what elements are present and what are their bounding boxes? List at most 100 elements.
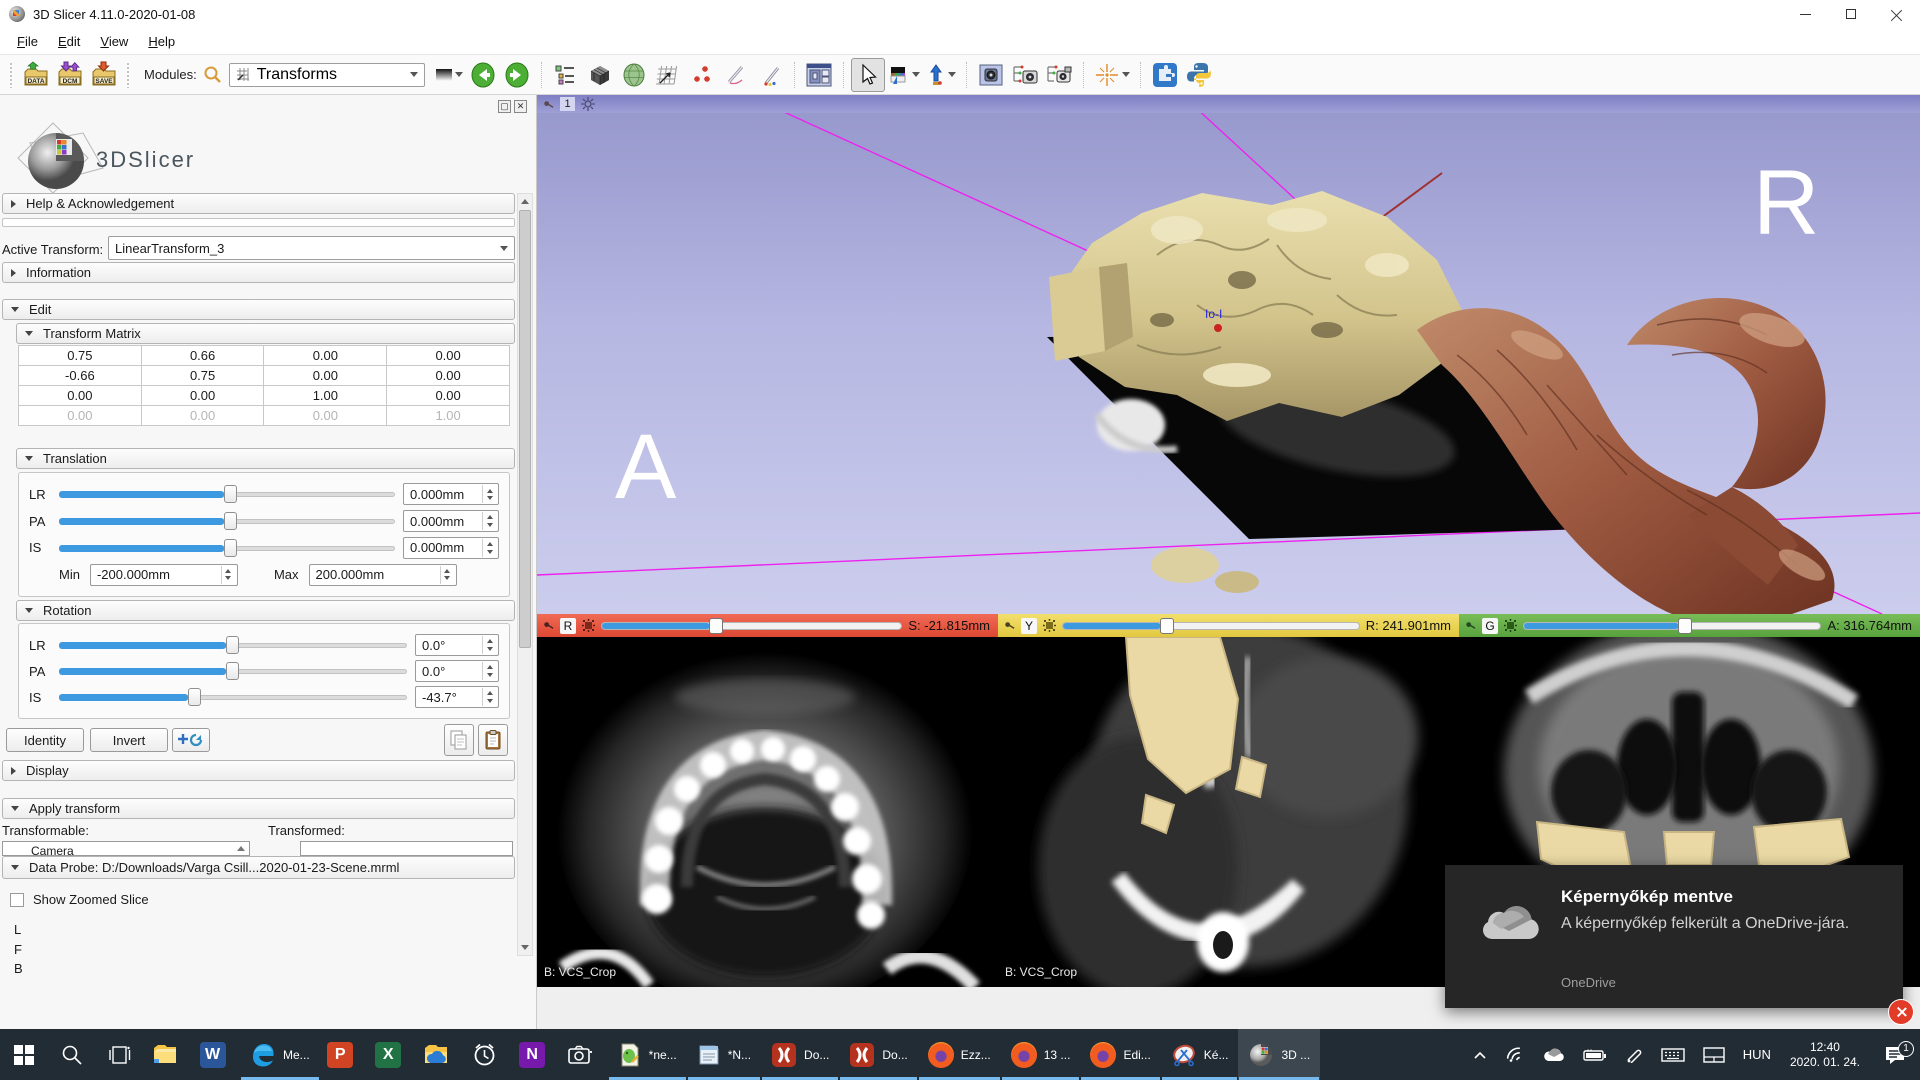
transform-matrix-table[interactable]: 0.750.660.000.00 -0.660.750.000.00 0.000…	[18, 345, 510, 426]
taskbar-app-firefox[interactable]: Ezz...	[918, 1029, 1001, 1080]
module-hierarchy-button[interactable]	[549, 58, 583, 92]
rotation-pa-slider[interactable]	[59, 662, 407, 680]
panel-scrollbar[interactable]	[517, 193, 533, 956]
scene-view-restore-button[interactable]	[1042, 58, 1076, 92]
rotation-is-slider[interactable]	[59, 688, 407, 706]
start-button[interactable]	[0, 1029, 48, 1080]
translation-pa-value[interactable]: 0.000mm	[403, 510, 499, 532]
tray-clock[interactable]: 12:40 2020. 01. 24.	[1780, 1040, 1870, 1070]
extensions-manager-button[interactable]	[1148, 58, 1182, 92]
taskbar-app-onenote[interactable]: N	[512, 1029, 560, 1080]
red-slice-bar[interactable]: R S: -21.815mm	[537, 614, 998, 637]
transform-matrix-section[interactable]: Transform Matrix	[16, 323, 515, 344]
spinner-arrows[interactable]	[482, 485, 496, 503]
screenshot-button[interactable]	[974, 58, 1008, 92]
undock-panel-icon[interactable]: ▢	[498, 100, 511, 113]
save-button[interactable]: SAVE	[87, 58, 121, 92]
tray-wifi[interactable]	[1496, 1047, 1534, 1063]
identity-button[interactable]: Identity	[6, 728, 84, 752]
translation-min-value[interactable]: -200.000mm	[90, 564, 238, 586]
tray-touch-keyboard[interactable]	[1652, 1047, 1694, 1063]
annotations-marker-button[interactable]	[753, 58, 787, 92]
crosshair-dropdown[interactable]	[1094, 62, 1130, 88]
translation-lr-value[interactable]: 0.000mm	[403, 483, 499, 505]
taskbar-app-excel[interactable]: X	[368, 1029, 416, 1080]
yellow-slice-bar[interactable]: Y R: 241.901mm	[998, 614, 1459, 637]
rotation-lr-value[interactable]: 0.0°	[415, 634, 499, 656]
spinner-arrows[interactable]	[482, 688, 496, 706]
taskbar-app-slicer[interactable]: 3D ...	[1238, 1029, 1320, 1080]
spinner-arrows[interactable]	[440, 566, 454, 584]
rotation-pa-value[interactable]: 0.0°	[415, 660, 499, 682]
maximize-button[interactable]	[1828, 0, 1874, 28]
toolbar-grip[interactable]	[126, 62, 131, 88]
markups-module-button[interactable]	[685, 58, 719, 92]
taskbar-app-edge[interactable]: Me...	[240, 1029, 320, 1080]
slice-offset-slider[interactable]	[1062, 618, 1360, 634]
pin-icon[interactable]	[543, 620, 554, 631]
annotations-ruler-button[interactable]	[719, 58, 753, 92]
tray-pen[interactable]	[1616, 1047, 1652, 1063]
menu-view[interactable]: View	[91, 30, 137, 53]
taskbar-app-acrobat[interactable]: Do...	[839, 1029, 917, 1080]
taskbar-app-acrobat[interactable]: Do...	[761, 1029, 839, 1080]
module-selector[interactable]: Transforms	[229, 63, 425, 87]
transformable-list[interactable]: Camera	[2, 841, 250, 856]
taskbar-app-file-explorer[interactable]	[144, 1029, 192, 1080]
taskbar-app-firefox[interactable]: 13 ...	[1001, 1029, 1081, 1080]
tray-battery[interactable]	[1574, 1048, 1616, 1062]
taskbar-app-notepad[interactable]: *N...	[687, 1029, 761, 1080]
module-history-dropdown[interactable]	[435, 68, 463, 82]
spinner-arrows[interactable]	[221, 566, 235, 584]
taskbar-app-firefox[interactable]: Edi...	[1080, 1029, 1160, 1080]
history-back-button[interactable]	[466, 58, 500, 92]
help-acknowledgement-section[interactable]: Help & Acknowledgement	[2, 193, 515, 214]
pin-icon[interactable]	[1004, 620, 1015, 631]
translation-is-slider[interactable]	[59, 539, 395, 557]
translation-section[interactable]: Translation	[16, 448, 515, 469]
slice-visibility-icon[interactable]	[1043, 619, 1056, 632]
scroll-up-icon[interactable]	[237, 846, 245, 851]
spinner-arrows[interactable]	[482, 512, 496, 530]
taskbar-app-camera[interactable]	[560, 1029, 608, 1080]
menu-help[interactable]: Help	[139, 30, 184, 53]
tray-onedrive[interactable]	[1534, 1048, 1574, 1062]
tray-language[interactable]: HUN	[1734, 1047, 1780, 1062]
slice-visibility-icon[interactable]	[582, 619, 595, 632]
action-center-button[interactable]: 1	[1870, 1045, 1920, 1065]
task-view-button[interactable]	[96, 1029, 144, 1080]
search-button[interactable]	[48, 1029, 96, 1080]
edit-section[interactable]: Edit	[2, 299, 515, 320]
notification-close-button[interactable]	[1888, 999, 1914, 1025]
onedrive-notification[interactable]: Képernyőkép mentve A képernyőkép felkerü…	[1445, 865, 1903, 1008]
mouse-interaction-button[interactable]	[851, 58, 885, 92]
rotation-section[interactable]: Rotation	[16, 600, 515, 621]
minimize-button[interactable]	[1782, 0, 1828, 28]
translation-pa-slider[interactable]	[59, 512, 395, 530]
tray-touchpad[interactable]	[1694, 1047, 1734, 1063]
dicom-button[interactable]: DCM	[53, 58, 87, 92]
tray-chevron-up[interactable]	[1464, 1050, 1496, 1060]
taskbar-app-word[interactable]: W	[192, 1029, 240, 1080]
transforms-module-button[interactable]	[651, 58, 685, 92]
show-zoomed-slice-checkbox[interactable]	[10, 893, 24, 907]
close-button[interactable]	[1874, 0, 1920, 28]
window-level-dropdown[interactable]	[888, 64, 920, 86]
translation-lr-slider[interactable]	[59, 485, 395, 503]
translation-is-value[interactable]: 0.000mm	[403, 537, 499, 559]
pin-icon[interactable]	[543, 99, 554, 110]
rotation-is-value[interactable]: -43.7°	[415, 686, 499, 708]
spinner-arrows[interactable]	[482, 636, 496, 654]
menu-file[interactable]: File	[8, 30, 47, 53]
invert-button[interactable]: Invert	[90, 728, 168, 752]
slice-visibility-icon[interactable]	[1504, 619, 1517, 632]
active-transform-selector[interactable]: LinearTransform_3	[108, 236, 515, 260]
scrollbar-thumb[interactable]	[519, 210, 531, 648]
python-console-button[interactable]	[1182, 58, 1216, 92]
red-slice-view[interactable]: B: VCS_Crop	[537, 637, 998, 987]
slice-offset-slider[interactable]	[601, 618, 902, 634]
split-transform-button[interactable]	[172, 728, 210, 752]
scene-view-capture-button[interactable]	[1008, 58, 1042, 92]
apply-transform-section[interactable]: Apply transform	[2, 798, 515, 819]
module-search-icon[interactable]	[203, 65, 223, 85]
